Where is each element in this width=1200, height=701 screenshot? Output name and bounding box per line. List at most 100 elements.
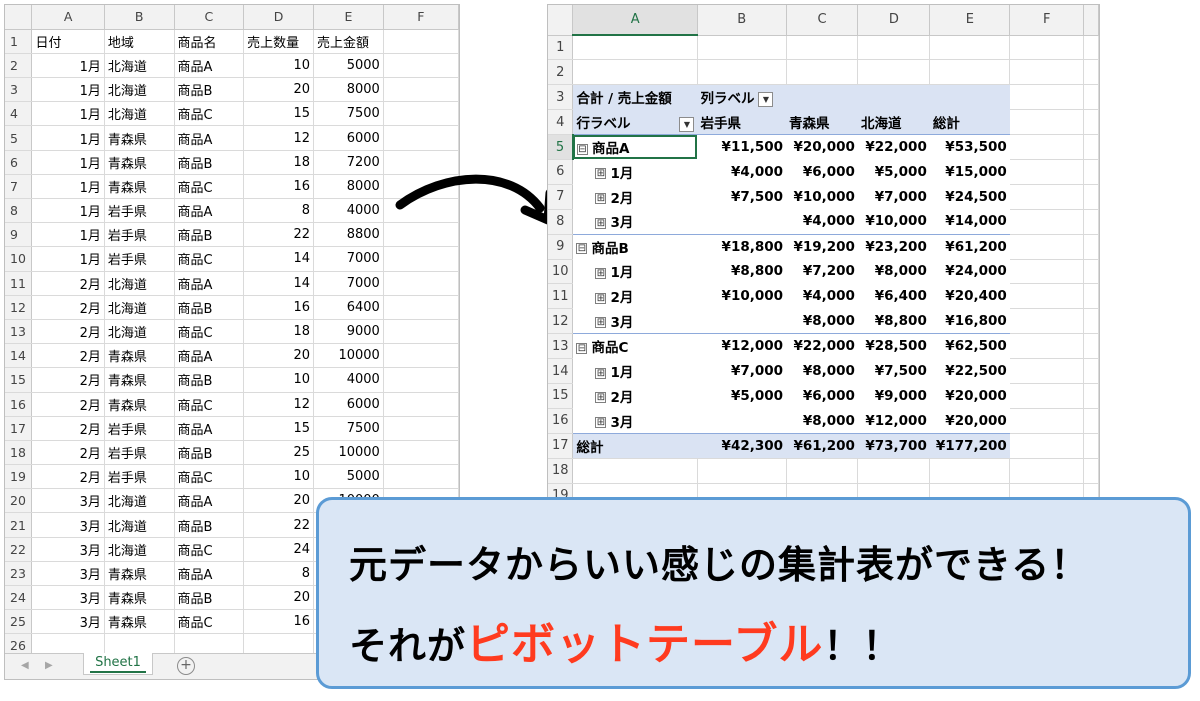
empty-cell[interactable] xyxy=(383,101,459,127)
data-cell[interactable]: 商品A xyxy=(174,488,245,514)
data-cell[interactable]: 14 xyxy=(243,271,314,296)
empty-cell[interactable] xyxy=(1083,259,1099,285)
pivot-subtotal-cell[interactable]: ¥28,500 xyxy=(857,333,930,359)
pivot-value-label[interactable]: 合計 / 売上金額 xyxy=(572,84,698,110)
empty-cell[interactable] xyxy=(1009,458,1085,484)
pivot-group-label[interactable]: ⊟ 商品B xyxy=(572,233,698,260)
data-cell[interactable]: 青森県 xyxy=(104,392,175,417)
expand-icon[interactable]: ⊞ xyxy=(595,392,607,404)
pivot-value-cell[interactable]: ¥6,000 xyxy=(786,159,858,184)
data-cell[interactable]: 7500 xyxy=(313,101,384,127)
column-header[interactable]: F xyxy=(1009,5,1085,36)
pivot-row-label[interactable]: 行ラベル ▼ xyxy=(572,109,698,136)
empty-cell[interactable] xyxy=(1009,408,1085,434)
data-cell[interactable]: 1月 xyxy=(31,77,105,103)
data-cell[interactable]: 商品C xyxy=(174,319,245,345)
empty-cell[interactable] xyxy=(697,35,787,61)
data-cell[interactable]: 北海道 xyxy=(104,512,175,538)
data-cell[interactable]: 8000 xyxy=(313,77,384,103)
empty-cell[interactable] xyxy=(1009,383,1085,409)
pivot-month-label[interactable]: ⊞ 1月 xyxy=(572,259,698,284)
row-header[interactable]: 1 xyxy=(548,35,574,61)
data-cell[interactable]: 4000 xyxy=(313,198,384,224)
data-cell[interactable]: 6000 xyxy=(313,392,384,417)
data-cell[interactable]: 岩手県 xyxy=(104,222,175,248)
row-header[interactable]: 17 xyxy=(548,433,574,459)
pivot-subtotal-cell[interactable]: ¥19,200 xyxy=(786,233,858,260)
empty-cell[interactable] xyxy=(1009,109,1085,136)
empty-cell[interactable] xyxy=(1009,433,1085,459)
data-cell[interactable]: 8 xyxy=(243,198,314,224)
pivot-subtotal-cell[interactable]: ¥62,500 xyxy=(929,333,1010,359)
pivot-value-cell[interactable]: ¥20,400 xyxy=(930,284,1010,309)
pivot-value-cell[interactable] xyxy=(697,209,786,234)
empty-cell[interactable] xyxy=(572,458,698,484)
empty-cell[interactable] xyxy=(786,59,859,86)
column-header[interactable]: C xyxy=(786,5,859,36)
pivot-value-cell[interactable]: ¥22,500 xyxy=(930,359,1010,384)
row-header[interactable]: 9 xyxy=(5,222,33,248)
pivot-value-cell[interactable]: ¥8,800 xyxy=(697,259,786,284)
data-cell[interactable]: 2月 xyxy=(31,319,105,345)
empty-cell[interactable] xyxy=(857,458,931,484)
pivot-value-cell[interactable]: ¥8,000 xyxy=(786,309,858,334)
empty-cell[interactable] xyxy=(1009,308,1085,335)
pivot-month-label[interactable]: ⊞ 3月 xyxy=(572,408,698,434)
row-header[interactable]: 8 xyxy=(5,198,33,224)
select-all-corner[interactable] xyxy=(5,5,33,30)
empty-cell[interactable] xyxy=(1009,134,1085,160)
row-header[interactable]: 12 xyxy=(5,295,33,320)
data-cell[interactable]: 20 xyxy=(243,488,314,514)
data-cell[interactable]: 北海道 xyxy=(104,319,175,345)
row-header[interactable]: 20 xyxy=(5,488,33,514)
row-header[interactable]: 3 xyxy=(5,77,33,103)
pivot-value-cell[interactable]: ¥12,000 xyxy=(858,408,930,433)
pivot-value-cell[interactable]: ¥6,000 xyxy=(786,383,858,408)
data-cell[interactable]: 1月 xyxy=(31,150,105,175)
data-cell[interactable]: 18 xyxy=(243,319,314,345)
column-header[interactable]: B xyxy=(104,5,175,30)
pivot-column-header[interactable]: 北海道 xyxy=(857,109,930,136)
empty-cell[interactable] xyxy=(1083,333,1099,360)
data-cell[interactable]: 3月 xyxy=(31,609,105,635)
pivot-value-cell[interactable]: ¥5,000 xyxy=(858,159,930,184)
empty-cell[interactable] xyxy=(383,343,459,369)
row-header[interactable]: 13 xyxy=(548,333,574,360)
column-header[interactable]: D xyxy=(857,5,931,36)
empty-cell[interactable] xyxy=(1083,184,1099,210)
data-cell[interactable]: 2月 xyxy=(31,392,105,417)
add-sheet-button[interactable]: + xyxy=(177,657,195,675)
data-cell[interactable]: 10 xyxy=(243,53,314,79)
empty-cell[interactable] xyxy=(383,125,459,151)
data-cell[interactable]: 商品A xyxy=(174,271,245,296)
expand-icon[interactable]: ⊞ xyxy=(595,417,607,429)
tab-prev-icon[interactable]: ◀ xyxy=(21,660,29,671)
data-cell[interactable]: 16 xyxy=(243,174,314,200)
data-cell[interactable]: 2月 xyxy=(31,295,105,320)
data-cell[interactable]: 商品A xyxy=(174,561,245,587)
data-cell[interactable]: 3月 xyxy=(31,488,105,514)
empty-cell[interactable] xyxy=(572,59,698,86)
empty-cell[interactable] xyxy=(1083,308,1099,335)
pivot-value-cell[interactable]: ¥8,800 xyxy=(858,309,930,334)
pivot-grand-total-cell[interactable]: ¥42,300 xyxy=(697,432,787,459)
row-header[interactable]: 6 xyxy=(548,159,574,185)
expand-icon[interactable]: ⊞ xyxy=(595,217,607,229)
expand-icon[interactable]: ⊞ xyxy=(595,292,607,304)
data-cell[interactable]: 7200 xyxy=(313,150,384,175)
data-cell[interactable]: 青森県 xyxy=(104,150,175,175)
empty-cell[interactable] xyxy=(383,295,459,320)
pivot-subtotal-cell[interactable]: ¥20,000 xyxy=(786,134,858,160)
empty-cell[interactable] xyxy=(1009,184,1085,210)
header-cell[interactable]: 日付 xyxy=(31,29,105,54)
empty-cell[interactable] xyxy=(1083,358,1099,384)
empty-cell[interactable] xyxy=(697,458,787,484)
pivot-column-header[interactable]: 青森県 xyxy=(786,109,858,136)
pivot-subtotal-cell[interactable]: ¥11,500 xyxy=(697,134,787,160)
row-header[interactable]: 4 xyxy=(548,109,574,136)
row-header[interactable]: 23 xyxy=(5,561,33,587)
data-cell[interactable]: 商品C xyxy=(174,246,245,272)
data-cell[interactable]: 青森県 xyxy=(104,609,175,635)
pivot-value-cell[interactable]: ¥24,000 xyxy=(930,259,1010,284)
collapse-icon[interactable]: ⊟ xyxy=(576,243,588,255)
